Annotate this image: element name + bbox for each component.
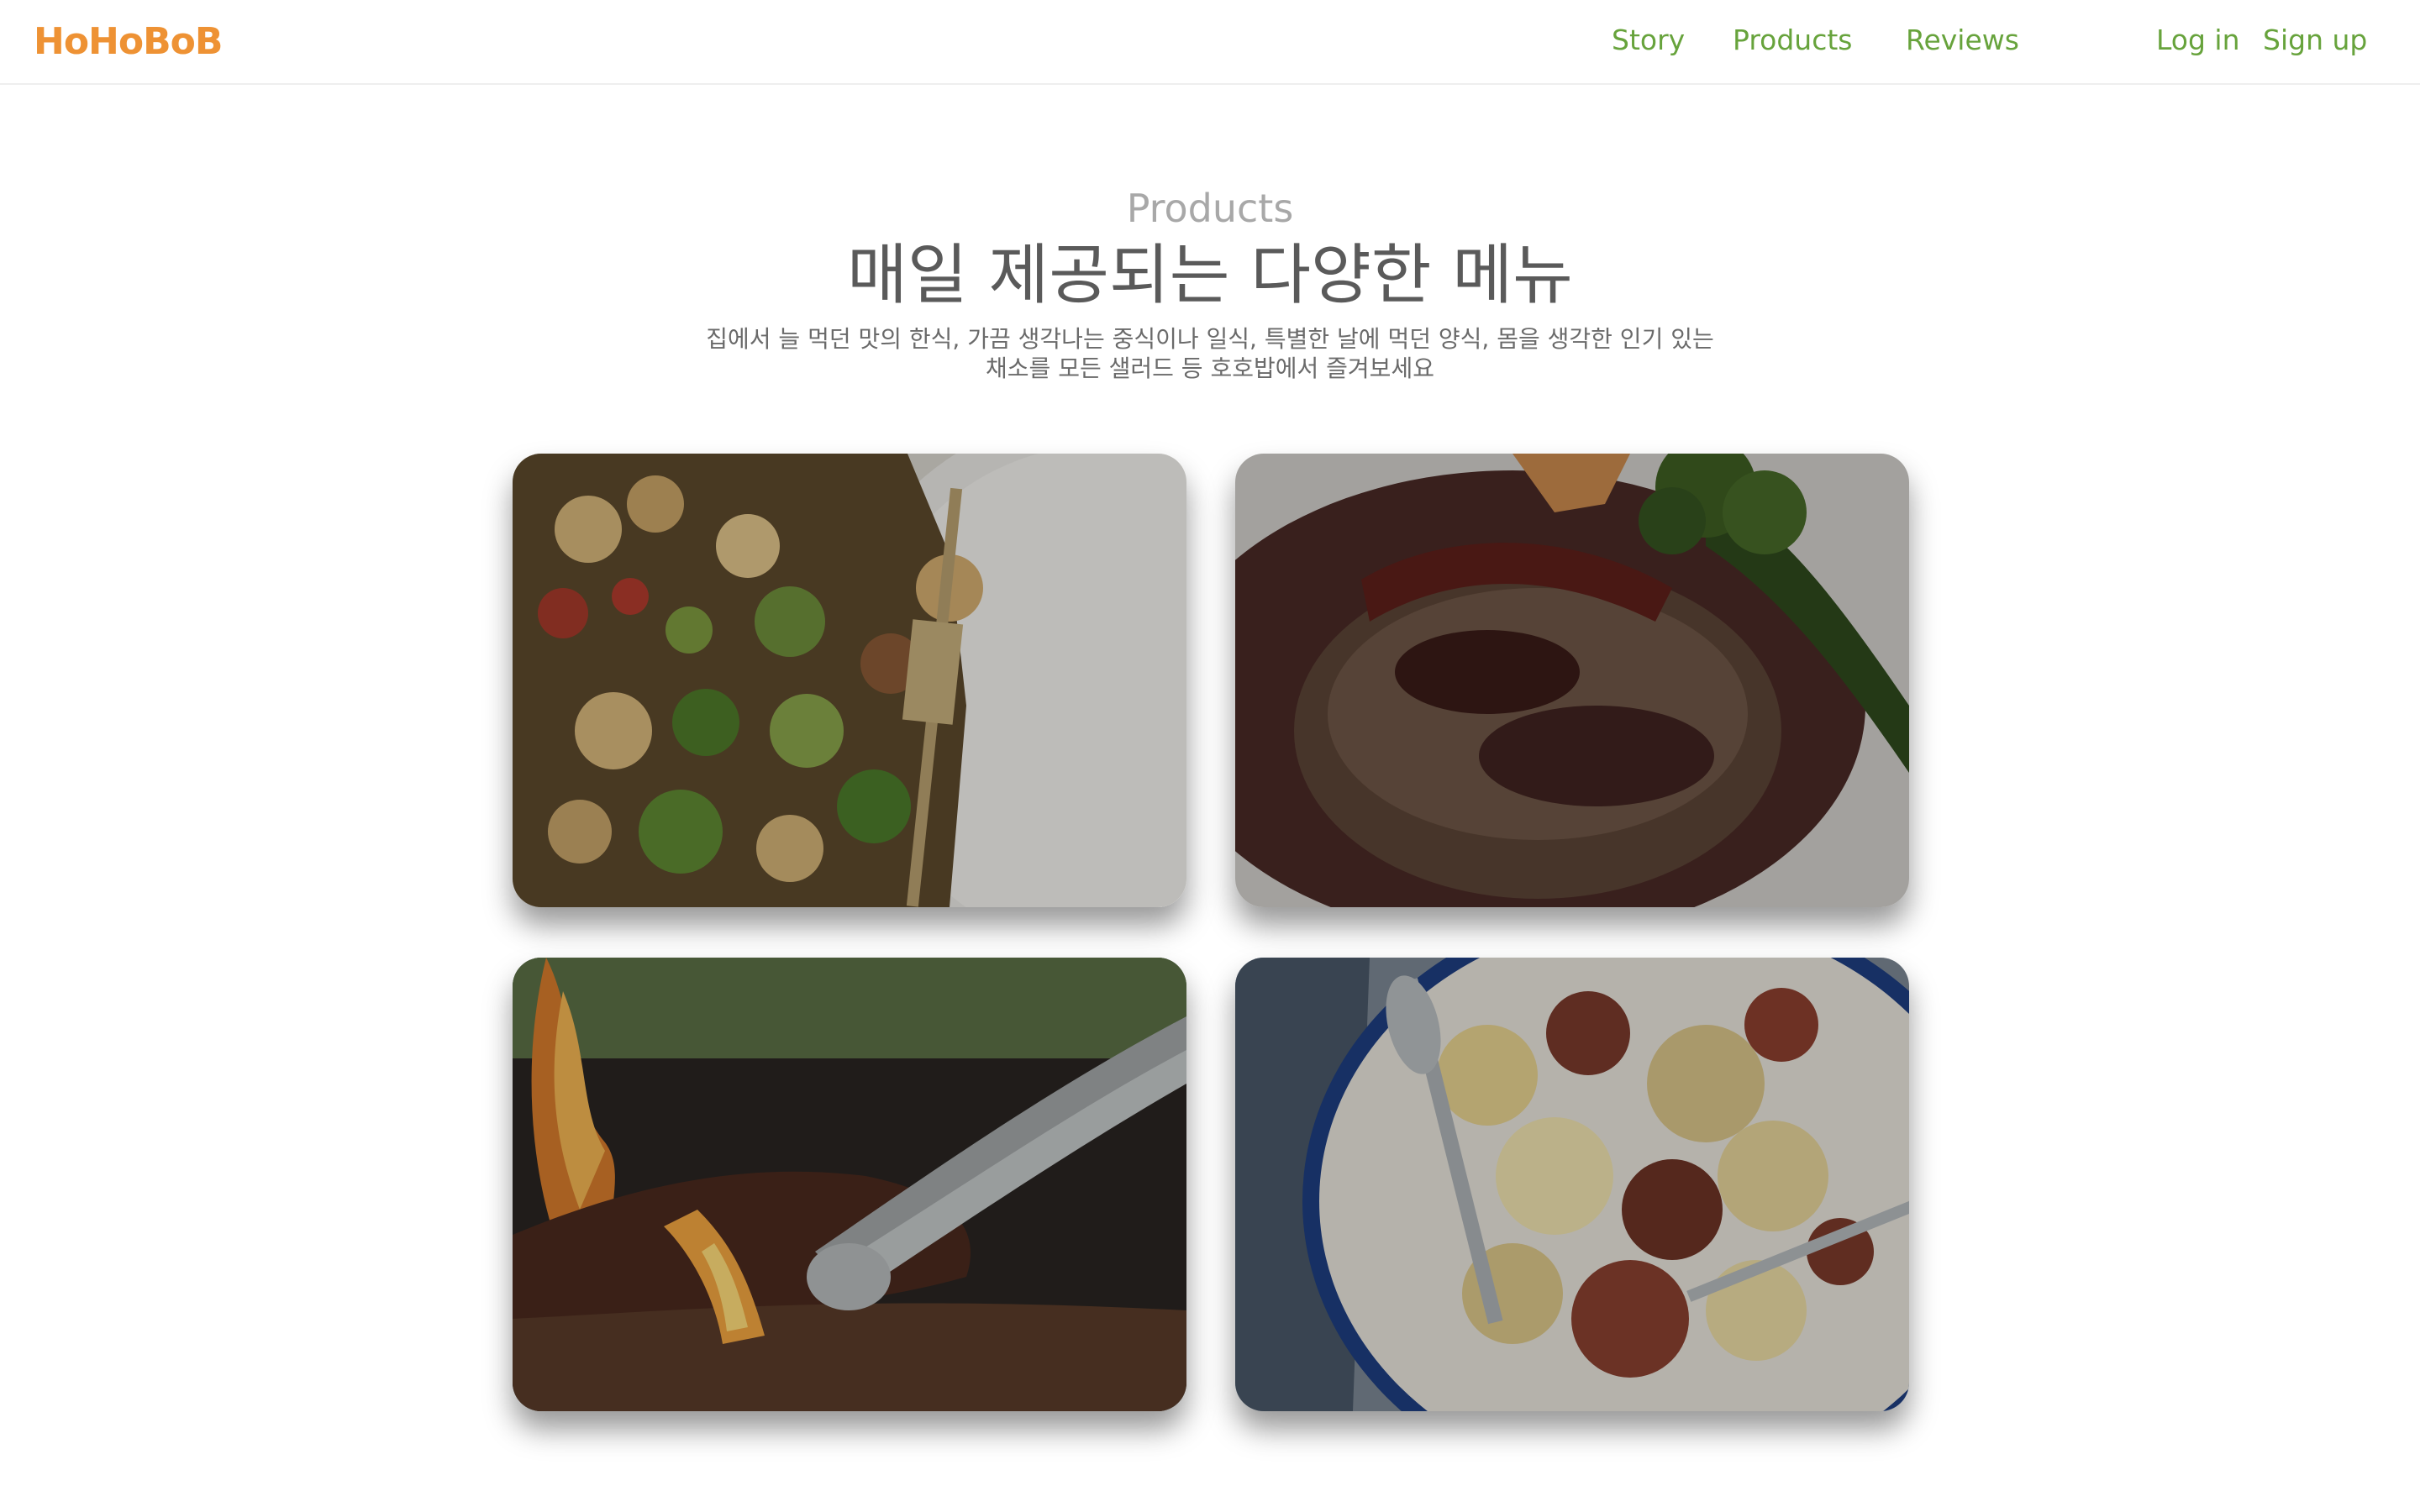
nav-link-story[interactable]: Story [1612,20,1685,60]
nav-link-products[interactable]: Products [1733,20,1853,60]
card-overlay [513,958,1186,1411]
product-card-salad[interactable] [513,454,1186,907]
card-overlay [513,454,1186,907]
card-overlay [1235,958,1909,1411]
product-card-grill[interactable] [513,958,1186,1411]
top-nav-bar: HoHoBoB Story Products Reviews Log in Si… [0,0,2420,85]
card-overlay [1235,454,1909,907]
signup-link[interactable]: Sign up [2263,20,2367,60]
product-card-fries[interactable] [1235,958,1909,1411]
brand-logo[interactable]: HoHoBoB [34,18,223,66]
section-label: Products [1126,186,1294,231]
login-link[interactable]: Log in [2156,20,2240,60]
product-card-steak[interactable] [1235,454,1909,907]
section-title: 매일 제공되는 다양한 메뉴 [847,238,1573,313]
nav-link-reviews[interactable]: Reviews [1906,20,2019,60]
section-description: 집에서 늘 먹던 맛의 한식, 가끔 생각나는 중식이나 일식, 특별한 날에 … [706,325,1714,382]
